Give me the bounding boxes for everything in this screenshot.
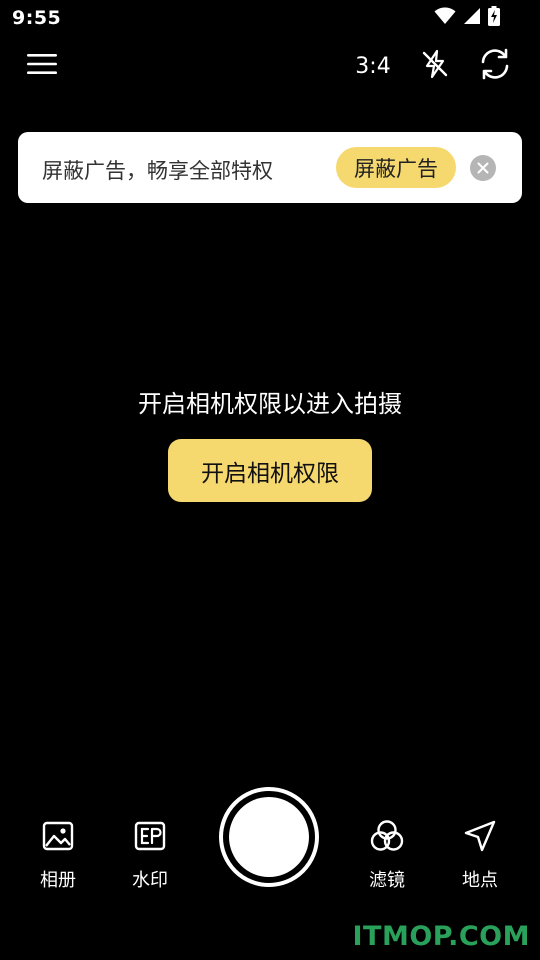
top-toolbar: 3:4 (0, 40, 540, 92)
switch-camera-button[interactable] (474, 46, 516, 86)
filter-icon (369, 818, 405, 854)
close-icon (477, 159, 489, 178)
gallery-icon (40, 818, 76, 854)
camera-screen: 9:55 3:4 屏蔽广告，畅享全部特权 屏蔽广告 开启相机权限以进入拍摄 开启… (0, 0, 540, 960)
enable-camera-permission-button[interactable]: 开启相机权限 (168, 439, 372, 502)
ad-banner-text: 屏蔽广告，畅享全部特权 (42, 159, 273, 183)
shutter-inner (229, 797, 309, 877)
site-watermark-logo: ITMOP.COM (352, 921, 530, 952)
menu-button[interactable] (22, 48, 62, 84)
aspect-ratio-button[interactable]: 3:4 (350, 50, 396, 82)
shutter-button[interactable] (219, 787, 319, 887)
album-label: 相册 (40, 870, 76, 891)
ad-banner: 屏蔽广告，畅享全部特权 屏蔽广告 (18, 132, 522, 203)
status-icons (434, 6, 500, 26)
menu-icon (26, 52, 58, 80)
watermark-icon (132, 818, 168, 854)
filter-button[interactable]: 滤镜 (352, 818, 422, 894)
filter-label: 滤镜 (369, 870, 405, 891)
status-time: 9:55 (12, 7, 62, 29)
cell-signal-icon (463, 7, 481, 25)
album-button[interactable]: 相册 (23, 818, 93, 894)
status-bar: 9:55 (0, 0, 540, 36)
location-label: 地点 (462, 870, 498, 891)
watermark-button[interactable]: 水印 (115, 818, 185, 894)
wifi-icon (434, 7, 456, 25)
flash-off-icon (419, 48, 451, 84)
battery-charging-icon (488, 6, 500, 26)
flash-toggle-button[interactable] (414, 46, 456, 86)
location-button[interactable]: 地点 (445, 818, 515, 894)
ad-close-button[interactable] (470, 155, 496, 181)
block-ads-button[interactable]: 屏蔽广告 (336, 147, 456, 188)
permission-message: 开启相机权限以进入拍摄 (138, 390, 402, 418)
camera-switch-icon (477, 46, 513, 86)
watermark-label: 水印 (132, 870, 168, 891)
navigation-arrow-icon (462, 818, 498, 854)
